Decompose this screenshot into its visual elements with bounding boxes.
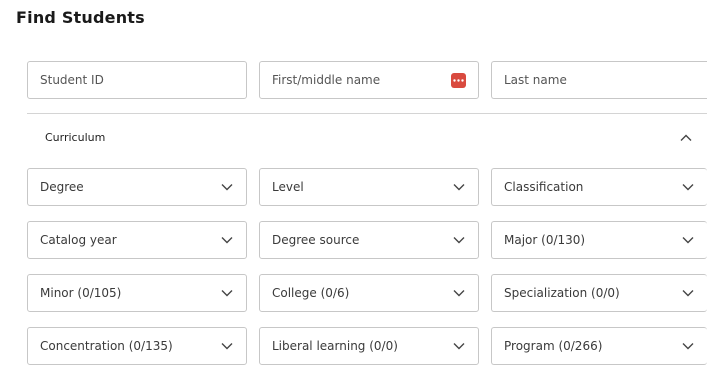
last-name-input[interactable]	[504, 73, 695, 87]
chevron-down-icon	[220, 233, 234, 247]
degree-source-dropdown-label: Degree source	[272, 233, 360, 247]
collapse-curriculum-button[interactable]	[679, 131, 693, 145]
chevron-down-icon	[452, 233, 466, 247]
chevron-down-icon	[681, 233, 695, 247]
level-dropdown-label: Level	[272, 180, 304, 194]
program-dropdown[interactable]: Program (0/266)	[491, 327, 707, 365]
minor-dropdown[interactable]: Minor (0/105)	[27, 274, 247, 312]
chevron-down-icon	[452, 286, 466, 300]
curriculum-section-label: Curriculum	[45, 131, 106, 144]
minor-dropdown-label: Minor (0/105)	[40, 286, 122, 300]
classification-dropdown[interactable]: Classification	[491, 168, 707, 206]
page-title: Find Students	[16, 8, 145, 27]
chevron-down-icon	[452, 339, 466, 353]
major-dropdown-label: Major (0/130)	[504, 233, 586, 247]
catalog-year-dropdown-label: Catalog year	[40, 233, 117, 247]
degree-source-dropdown[interactable]: Degree source	[259, 221, 479, 259]
college-dropdown[interactable]: College (0/6)	[259, 274, 479, 312]
chevron-up-icon	[680, 134, 692, 141]
chevron-down-icon	[681, 286, 695, 300]
liberal-learning-dropdown-label: Liberal learning (0/0)	[272, 339, 398, 353]
concentration-dropdown-label: Concentration (0/135)	[40, 339, 173, 353]
section-divider	[27, 113, 707, 114]
level-dropdown[interactable]: Level	[259, 168, 479, 206]
student-id-field[interactable]	[27, 61, 247, 99]
chevron-down-icon	[681, 339, 695, 353]
concentration-dropdown[interactable]: Concentration (0/135)	[27, 327, 247, 365]
degree-dropdown[interactable]: Degree	[27, 168, 247, 206]
first-middle-name-input[interactable]	[272, 73, 451, 87]
chevron-down-icon	[220, 339, 234, 353]
chevron-down-icon	[452, 180, 466, 194]
chevron-down-icon	[220, 180, 234, 194]
classification-dropdown-label: Classification	[504, 180, 584, 194]
specialization-dropdown-label: Specialization (0/0)	[504, 286, 620, 300]
specialization-dropdown[interactable]: Specialization (0/0)	[491, 274, 707, 312]
major-dropdown[interactable]: Major (0/130)	[491, 221, 707, 259]
student-id-input[interactable]	[40, 73, 234, 87]
more-dots-icon[interactable]	[451, 72, 466, 88]
first-middle-name-field[interactable]	[259, 61, 479, 99]
chevron-down-icon	[681, 180, 695, 194]
program-dropdown-label: Program (0/266)	[504, 339, 603, 353]
chevron-down-icon	[220, 286, 234, 300]
college-dropdown-label: College (0/6)	[272, 286, 350, 300]
liberal-learning-dropdown[interactable]: Liberal learning (0/0)	[259, 327, 479, 365]
last-name-field[interactable]	[491, 61, 707, 99]
degree-dropdown-label: Degree	[40, 180, 84, 194]
catalog-year-dropdown[interactable]: Catalog year	[27, 221, 247, 259]
